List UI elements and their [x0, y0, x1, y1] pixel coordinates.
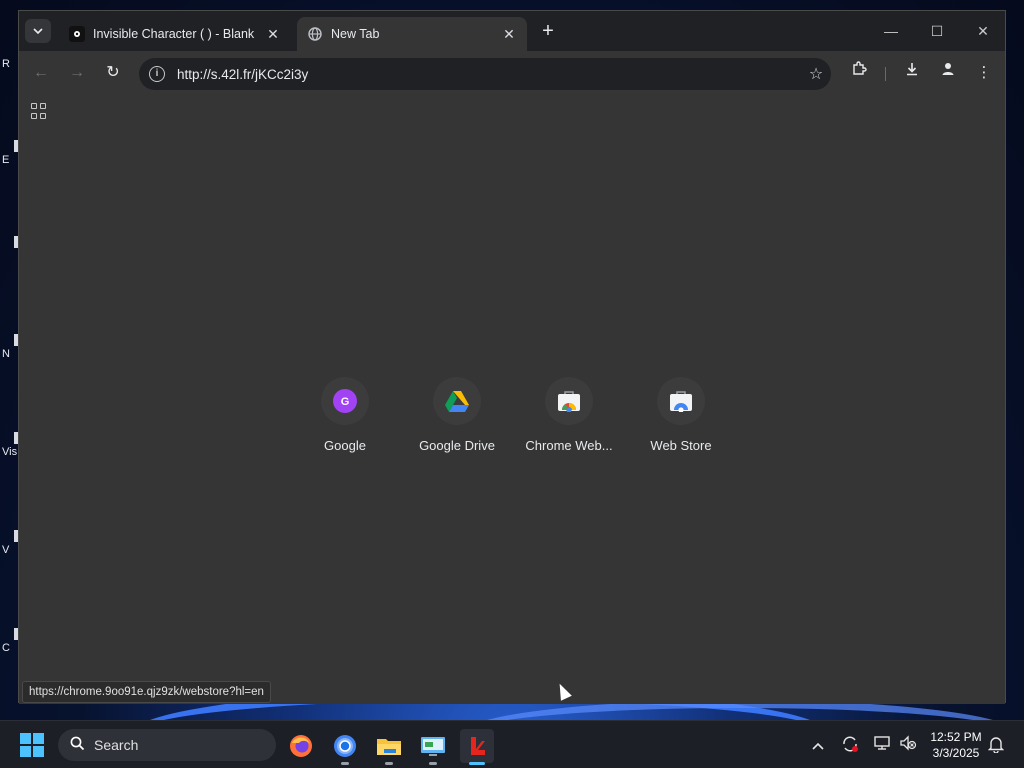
- notification-bell-icon[interactable]: [986, 735, 1006, 755]
- site-info-icon[interactable]: i: [149, 66, 165, 82]
- forward-arrow-icon[interactable]: →: [65, 61, 89, 85]
- taskbar-control-panel[interactable]: [416, 729, 450, 765]
- tab-new-tab[interactable]: New Tab ✕: [297, 17, 527, 51]
- desktop-icon-label: V: [2, 544, 10, 556]
- taskbar-chrome[interactable]: [328, 729, 362, 765]
- folder-icon: [377, 739, 401, 755]
- new-tab-button[interactable]: +: [537, 21, 559, 43]
- reload-icon[interactable]: ↻: [101, 61, 125, 85]
- desktop-icon-label: C: [2, 642, 10, 654]
- back-arrow-icon[interactable]: ←: [29, 61, 53, 85]
- address-url[interactable]: http://s.42l.fr/jKCc2i3y: [177, 67, 801, 82]
- control-panel-icon: [421, 737, 445, 756]
- shortcut-label: Google Drive: [419, 438, 495, 453]
- svg-text:G: G: [341, 396, 350, 408]
- taskbar-active-app[interactable]: [460, 729, 494, 765]
- tab-invisible-character[interactable]: Invisible Character ( ) - Blank ✕: [59, 17, 291, 51]
- chrome-web-store-icon: [558, 391, 580, 412]
- taskbar-file-explorer[interactable]: [372, 729, 406, 765]
- desktop-icon-label: R: [2, 58, 10, 70]
- address-bar[interactable]: i http://s.42l.fr/jKCc2i3y ☆: [139, 58, 831, 90]
- apps-grid-icon[interactable]: [31, 103, 47, 119]
- tab-search-button[interactable]: [25, 19, 51, 43]
- chrome-icon: [334, 735, 356, 757]
- close-window-button[interactable]: ✕: [963, 19, 1003, 43]
- firefox-icon: [290, 735, 312, 757]
- search-icon: [70, 736, 86, 754]
- google-drive-icon: [445, 391, 469, 412]
- status-bubble: https://chrome.9oo91e.qjz9zk/webstore?hl…: [22, 681, 271, 703]
- web-store-icon: [670, 391, 692, 412]
- desktop-icon-label: Vis: [2, 446, 18, 458]
- profile-icon[interactable]: [936, 61, 960, 85]
- taskbar-search[interactable]: Search: [58, 729, 276, 761]
- globe-icon: [307, 26, 323, 42]
- tab-title: New Tab: [331, 27, 380, 41]
- google-g-icon: G: [333, 389, 357, 413]
- close-tab-icon[interactable]: ✕: [501, 26, 517, 43]
- shortcut-label: Chrome Web...: [525, 438, 613, 453]
- network-icon[interactable]: [872, 735, 892, 755]
- shortcut-label: Web Store: [650, 438, 712, 453]
- site-favicon-icon: [69, 26, 85, 42]
- title-bar: Invisible Character ( ) - Blank ✕ New Ta…: [19, 11, 1005, 51]
- shortcut-web-store[interactable]: Web Store: [631, 377, 731, 453]
- desktop-icon-label: E: [2, 154, 10, 166]
- volume-muted-icon[interactable]: [898, 735, 918, 755]
- minimize-button[interactable]: —: [871, 19, 911, 43]
- bookmarks-bar: [19, 97, 1005, 127]
- close-tab-icon[interactable]: ✕: [265, 26, 281, 43]
- clock-time: 12:52 PM: [930, 730, 982, 744]
- red-app-icon: [471, 737, 485, 755]
- chevron-down-icon: [33, 28, 43, 34]
- download-icon[interactable]: [900, 61, 924, 85]
- desktop-icon-label: N: [2, 348, 10, 360]
- extensions-icon[interactable]: [847, 61, 871, 85]
- taskbar-firefox[interactable]: [284, 729, 318, 763]
- maximize-button[interactable]: ☐: [917, 19, 957, 43]
- shortcut-chrome-web-store[interactable]: Chrome Web...: [519, 377, 619, 453]
- shortcut-label: Google: [324, 438, 366, 453]
- clock-date: 3/3/2025: [932, 746, 980, 760]
- windows-start-icon[interactable]: [20, 733, 44, 757]
- shortcut-google-drive[interactable]: Google Drive: [407, 377, 507, 453]
- search-placeholder: Search: [94, 737, 139, 753]
- shortcut-tile: G: [321, 377, 369, 425]
- taskbar: Search 12:52 PM 3/3/2025: [0, 720, 1024, 768]
- toolbar-divider: [885, 67, 886, 81]
- bookmark-star-icon[interactable]: ☆: [801, 64, 831, 84]
- shortcut-tile: [545, 377, 593, 425]
- menu-dots-icon[interactable]: ⋮: [972, 61, 996, 85]
- chrome-window: Invisible Character ( ) - Blank ✕ New Ta…: [18, 10, 1006, 704]
- tab-title: Invisible Character ( ) - Blank: [93, 27, 255, 41]
- taskbar-clock[interactable]: 12:52 PM 3/3/2025: [922, 729, 990, 761]
- browser-toolbar: ← → ↻ i http://s.42l.fr/jKCc2i3y ☆ ⋮: [19, 51, 1005, 97]
- chevron-up-icon[interactable]: [808, 735, 828, 755]
- shortcut-tile: [657, 377, 705, 425]
- shortcut-tile: [433, 377, 481, 425]
- sync-icon[interactable]: [840, 735, 860, 755]
- shortcut-google[interactable]: G Google: [295, 377, 395, 453]
- new-tab-page: G Google Google Drive Chrome Web... Web …: [19, 127, 1005, 704]
